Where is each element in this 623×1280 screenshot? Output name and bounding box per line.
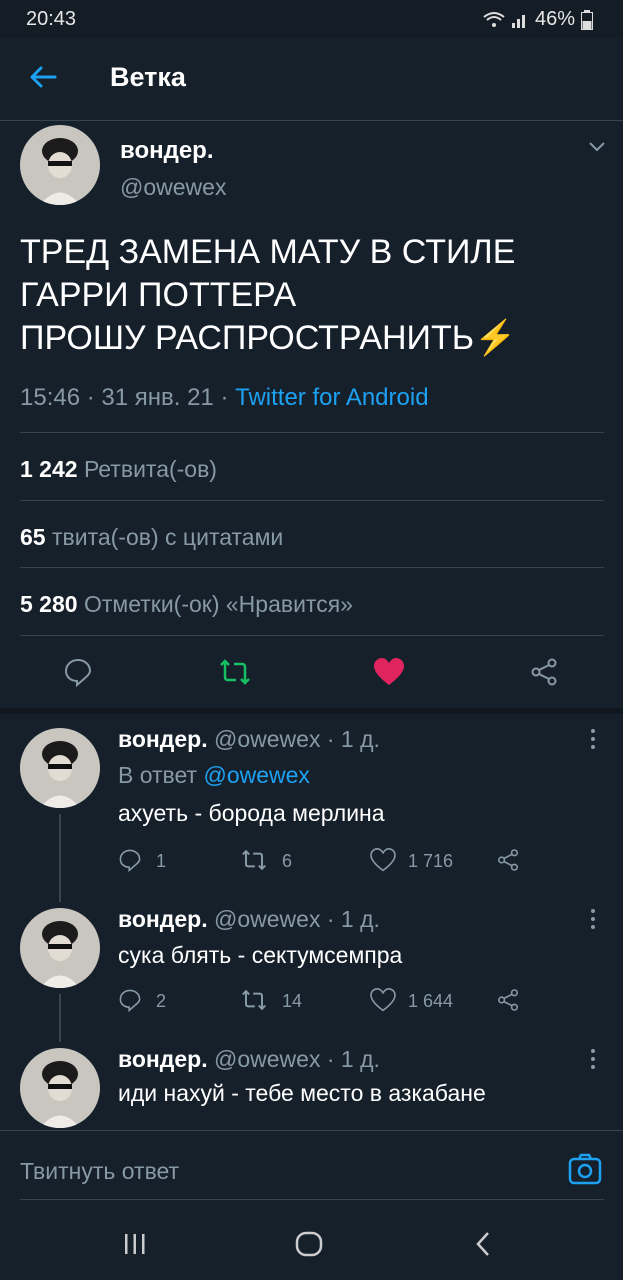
lightning-emoji: ⚡ <box>474 319 517 357</box>
tweet-time: 15:46 · 31 янв. 21 · <box>20 384 229 411</box>
tweet-text: ТРЕД ЗАМЕНА МАТУ В СТИЛЕ ГАРРИ ПОТТЕРА П… <box>20 231 610 360</box>
tweet-source-link[interactable]: Twitter for Android <box>235 384 428 411</box>
reply-count: 2 <box>156 991 167 1011</box>
reply-header: вондер. @owewex · 1 д. <box>118 726 380 753</box>
tweet-text-line: ПРОШУ РАСПРОСТРАНИТЬ <box>20 319 475 357</box>
reply-to-link[interactable]: @owewex <box>203 762 309 788</box>
reply-meta: @owewex · 1 д. <box>214 906 380 932</box>
retweet-icon[interactable] <box>240 848 268 872</box>
stat-label: Отметки(-ок) «Нравится» <box>83 591 353 617</box>
camera-icon[interactable] <box>568 1153 602 1185</box>
avatar[interactable] <box>20 908 100 988</box>
back-nav-icon[interactable] <box>473 1231 493 1257</box>
page-title: Ветка <box>110 62 186 92</box>
tweet-text-line: ГАРРИ ПОТТЕРА <box>20 276 297 314</box>
compose-input[interactable]: Твитнуть ответ <box>20 1158 179 1185</box>
quotes-stat[interactable]: 65 твита(-ов) с цитатами <box>20 524 283 551</box>
reply-actions: 1 6 1 716 <box>118 848 538 874</box>
divider <box>20 567 604 568</box>
back-arrow-icon[interactable] <box>28 62 58 92</box>
more-vert-icon[interactable] <box>589 728 597 750</box>
section-divider <box>0 708 623 714</box>
stat-label: Ретвита(-ов) <box>83 456 217 482</box>
status-bar: 20:43 46% <box>0 0 623 38</box>
android-nav-bar <box>0 1207 623 1280</box>
avatar-image <box>20 728 100 808</box>
retweet-icon[interactable] <box>240 988 268 1012</box>
wifi-icon <box>483 11 505 27</box>
reply-author[interactable]: вондер. <box>118 906 208 932</box>
battery-percent: 46% <box>534 8 575 30</box>
chevron-down-icon[interactable] <box>587 140 607 154</box>
retweet-count: 6 <box>282 851 293 871</box>
reply-meta: @owewex · 1 д. <box>214 726 380 752</box>
app-header: Ветка <box>0 38 623 121</box>
more-vert-icon[interactable] <box>589 1048 597 1070</box>
avatar-image <box>20 908 100 988</box>
tweet-text-line: ТРЕД ЗАМЕНА МАТУ В СТИЛЕ <box>20 233 516 271</box>
thread-line <box>59 994 61 1042</box>
tweet-meta: 15:46 · 31 янв. 21 · Twitter for Android <box>20 384 429 412</box>
reply-to-label: В ответ <box>118 762 198 788</box>
reply-text: иди нахуй - тебе место в азкабане <box>118 1080 486 1106</box>
reply-count: 1 <box>156 851 167 871</box>
reply-header: вондер. @owewex · 1 д. <box>118 906 380 933</box>
reply-header: вондер. @owewex · 1 д. <box>118 1046 380 1073</box>
likes-stat[interactable]: 5 280 Отметки(-ок) «Нравится» <box>20 591 353 618</box>
like-icon[interactable] <box>370 848 396 872</box>
reply-icon[interactable] <box>118 988 142 1012</box>
reply-to: В ответ @owewex <box>118 762 310 789</box>
avatar[interactable] <box>20 728 100 808</box>
avatar[interactable] <box>20 125 100 205</box>
signal-icon <box>511 14 525 28</box>
like-icon[interactable] <box>370 988 396 1012</box>
reply-text: ахуеть - борода мерлина <box>118 800 385 826</box>
divider <box>20 635 604 636</box>
share-icon[interactable] <box>496 848 520 872</box>
compose-underline <box>20 1199 604 1200</box>
status-time: 20:43 <box>26 8 77 30</box>
share-icon[interactable] <box>529 657 559 687</box>
reply-actions: 2 14 1 644 <box>118 988 538 1014</box>
reply-icon[interactable] <box>118 848 142 872</box>
stat-label: твита(-ов) с цитатами <box>51 524 284 550</box>
author-name[interactable]: вондер. <box>120 137 214 165</box>
share-icon[interactable] <box>496 988 520 1012</box>
reply-author[interactable]: вондер. <box>118 726 208 752</box>
divider <box>20 432 604 433</box>
compose-bar: Твитнуть ответ <box>0 1130 623 1208</box>
divider <box>20 500 604 501</box>
stat-count: 65 <box>20 524 46 550</box>
avatar-image <box>20 125 100 205</box>
author-handle[interactable]: @owewex <box>120 174 226 201</box>
reply-text: сука блять - сектумсемпра <box>118 942 403 968</box>
stat-count: 5 280 <box>20 591 78 617</box>
reply-author[interactable]: вондер. <box>118 1046 208 1072</box>
home-icon[interactable] <box>295 1231 323 1257</box>
thread-line <box>59 814 61 902</box>
retweets-stat[interactable]: 1 242 Ретвита(-ов) <box>20 456 217 483</box>
stat-count: 1 242 <box>20 456 78 482</box>
retweet-count: 14 <box>282 991 303 1011</box>
like-count: 1 644 <box>408 991 454 1011</box>
more-vert-icon[interactable] <box>589 908 597 930</box>
battery-icon <box>581 9 593 30</box>
avatar-image <box>20 1048 100 1128</box>
recent-apps-icon[interactable] <box>122 1233 148 1255</box>
reply-icon[interactable] <box>63 657 93 687</box>
reply-meta: @owewex · 1 д. <box>214 1046 380 1072</box>
like-heart-icon[interactable] <box>373 657 405 687</box>
like-count: 1 716 <box>408 851 454 871</box>
avatar[interactable] <box>20 1048 100 1128</box>
status-icons: 46% <box>483 8 593 31</box>
retweet-icon[interactable] <box>218 657 252 687</box>
